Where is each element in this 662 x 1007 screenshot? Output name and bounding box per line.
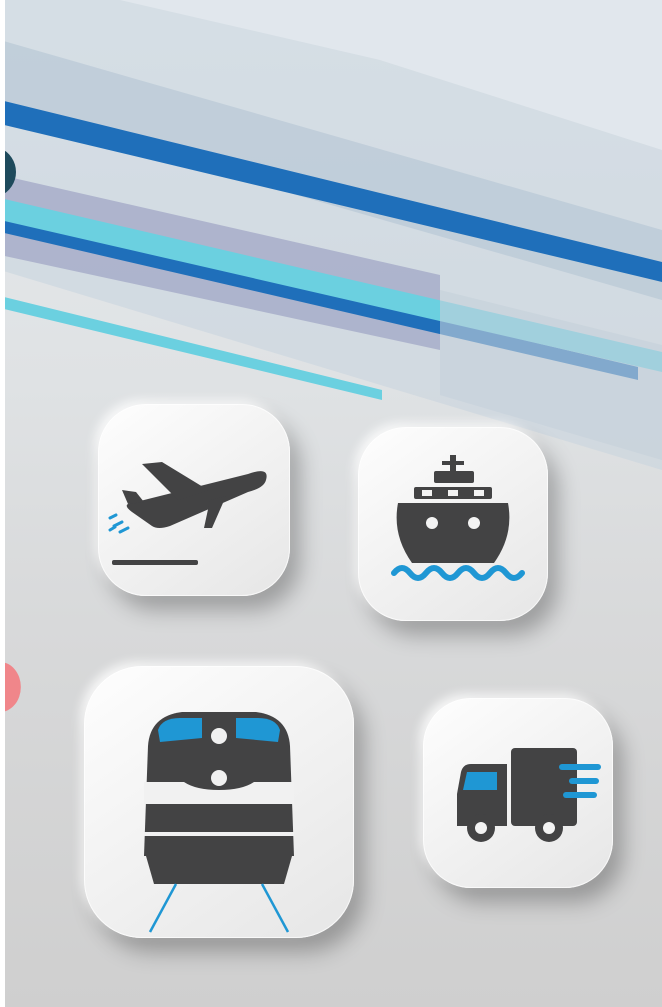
truck-hub-rear: [543, 822, 555, 834]
illustration: [0, 0, 662, 1007]
ship-icon: [391, 455, 525, 581]
train-bumper-line: [144, 832, 294, 836]
truck-icon: [457, 748, 601, 842]
airplane-icon: [108, 462, 267, 565]
train-lower: [146, 856, 292, 884]
ship-hull: [396, 503, 510, 563]
ship-porthole-left: [426, 517, 438, 529]
train-tile[interactable]: [84, 666, 354, 938]
left-border: [0, 0, 5, 1007]
ship-tile[interactable]: [358, 427, 548, 621]
ship-window-1: [422, 490, 432, 496]
ship-window-2: [448, 490, 458, 496]
truck-window: [463, 772, 497, 790]
speed-line-3: [563, 792, 597, 798]
truck-cargo: [511, 748, 577, 826]
airplane-tile[interactable]: [98, 404, 290, 596]
runway-line: [112, 560, 198, 565]
train-window-right: [236, 718, 280, 742]
rail-left: [148, 883, 178, 933]
ship-porthole-right: [468, 517, 480, 529]
speed-line-1: [559, 764, 601, 770]
rail-right: [260, 883, 290, 933]
train-window-left: [158, 718, 202, 742]
ship-cabin-top: [434, 471, 474, 483]
ship-window-3: [474, 490, 484, 496]
airplane-tail: [122, 490, 144, 504]
train-headlight-bottom: [211, 770, 227, 786]
truck-tile[interactable]: [423, 698, 613, 888]
ship-mast-bar: [442, 461, 464, 465]
truck-hub-front: [475, 822, 487, 834]
train-headlight-top: [211, 728, 227, 744]
speed-line-2: [569, 778, 599, 784]
airplane-motion-lines: [108, 513, 130, 534]
airplane-fuselage: [126, 471, 267, 528]
train-icon: [144, 712, 294, 933]
ship-waves: [391, 565, 525, 581]
